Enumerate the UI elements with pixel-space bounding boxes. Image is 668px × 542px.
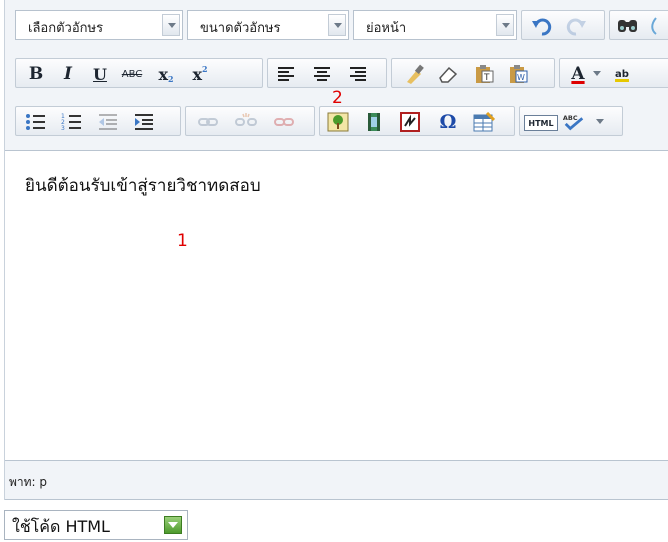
chevron-down-icon[interactable] — [496, 14, 514, 36]
unordered-list-icon[interactable] — [24, 112, 48, 132]
link-icon[interactable] — [196, 112, 220, 132]
spellcheck-icon[interactable]: ABC — [562, 112, 586, 132]
bold-icon[interactable]: B — [24, 64, 48, 84]
paragraph-format-select[interactable]: ย่อหน้า — [353, 10, 517, 40]
underline-icon[interactable]: U — [88, 64, 112, 84]
chevron-down-icon[interactable] — [162, 14, 180, 36]
editor-content-text: ยินดีต้อนรับเข้าสู่รายวิชาทดสอบ — [25, 176, 261, 196]
svg-text:T: T — [483, 73, 490, 83]
superscript-icon[interactable]: x2 — [188, 64, 212, 84]
subscript-label: x — [158, 64, 168, 84]
cleanup-icon[interactable] — [402, 64, 426, 84]
paragraph-format-value: ย่อหน้า — [366, 21, 407, 36]
subscript-icon[interactable]: x2 — [154, 64, 178, 85]
find-group — [609, 10, 668, 40]
chevron-down-icon[interactable] — [164, 516, 182, 534]
align-right-icon[interactable] — [346, 64, 370, 84]
indent-icon[interactable] — [132, 112, 156, 132]
undo-redo-group — [521, 10, 605, 40]
anchor-icon[interactable] — [272, 112, 296, 132]
color-group: A ab — [559, 58, 668, 88]
ordered-list-icon[interactable]: 123 — [60, 112, 84, 132]
align-left-icon[interactable] — [274, 64, 298, 84]
toolbar-row-1: เลือกตัวอักษร ขนาดตัวอักษร ย่อหน้า — [5, 6, 668, 44]
undo-icon[interactable] — [530, 16, 554, 36]
insert-media-icon[interactable] — [362, 112, 386, 132]
font-family-select[interactable]: เลือกตัวอักษร — [15, 10, 183, 40]
editor-content-area[interactable]: ยินดีต้อนรับเข้าสู่รายวิชาทดสอบ 1 — [5, 151, 668, 460]
toolbar: เลือกตัวอักษร ขนาดตัวอักษร ย่อหน้า B I U… — [5, 0, 668, 151]
element-path: พาท: p — [9, 475, 48, 489]
html-mode-toggle[interactable]: ใช้โค้ด HTML — [4, 510, 188, 540]
svg-text:3: 3 — [61, 125, 65, 132]
chevron-down-icon[interactable] — [594, 112, 606, 132]
annotation-marker-1: 1 — [177, 231, 188, 251]
redo-icon[interactable] — [564, 16, 588, 36]
chevron-down-icon[interactable] — [328, 14, 346, 36]
highlight-icon[interactable]: ab — [610, 64, 634, 84]
table-icon[interactable] — [472, 112, 496, 132]
special-char-icon[interactable]: Ω — [436, 111, 460, 133]
source-group: HTML ABC — [519, 106, 623, 136]
svg-text:ABC: ABC — [563, 114, 578, 122]
paste-text-icon[interactable]: T — [472, 64, 496, 84]
toolbar-row-2: B I U ABC x2 x2 T W A ab — [5, 54, 668, 92]
link-group — [185, 106, 315, 136]
html-source-icon[interactable]: HTML — [524, 115, 558, 131]
html-editor: เลือกตัวอักษร ขนาดตัวอักษร ย่อหน้า B I U… — [4, 0, 668, 500]
find-icon[interactable] — [616, 16, 640, 36]
nolink-icon[interactable] — [398, 112, 422, 132]
outdent-icon[interactable] — [96, 112, 120, 132]
annotation-marker-2: 2 — [332, 88, 343, 108]
align-center-icon[interactable] — [310, 64, 334, 84]
insert-image-icon[interactable] — [326, 112, 350, 132]
replace-icon[interactable] — [644, 16, 668, 36]
eraser-icon[interactable] — [436, 64, 460, 84]
italic-icon[interactable]: I — [56, 64, 80, 84]
clipboard-group: T W — [391, 58, 555, 88]
text-color-icon[interactable]: A — [566, 64, 590, 84]
font-size-select[interactable]: ขนาดตัวอักษร — [187, 10, 349, 40]
paste-word-icon[interactable]: W — [506, 64, 530, 84]
align-group — [267, 58, 387, 88]
unlink-icon[interactable] — [234, 112, 258, 132]
svg-text:W: W — [517, 73, 525, 82]
insert-group: Ω — [319, 106, 515, 136]
strikethrough-icon[interactable]: ABC — [120, 64, 144, 84]
superscript-label: x — [192, 64, 202, 84]
chevron-down-icon[interactable] — [592, 64, 602, 84]
status-bar: พาท: p — [5, 460, 668, 500]
font-family-value: เลือกตัวอักษร — [28, 21, 104, 36]
format-group: B I U ABC x2 x2 — [15, 58, 263, 88]
list-group: 123 — [15, 106, 181, 136]
font-size-value: ขนาดตัวอักษร — [200, 21, 281, 36]
html-mode-label: ใช้โค้ด HTML — [12, 517, 110, 536]
